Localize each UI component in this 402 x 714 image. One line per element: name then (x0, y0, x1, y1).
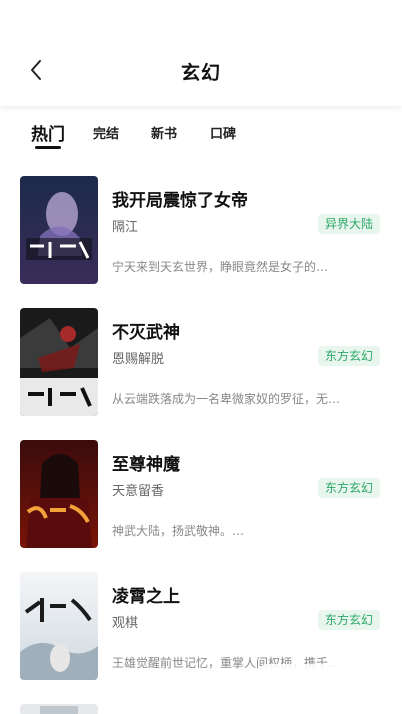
book-author: 天意留香 (112, 484, 165, 499)
category-badge: 异界大陆 (317, 214, 380, 234)
tab-hot[interactable]: 热门 (31, 120, 65, 145)
book-description: 从云端跌落成为一名卑微家奴的罗征，无… (112, 392, 341, 406)
book-cover (20, 176, 98, 284)
book-cover (20, 440, 98, 548)
category-badge: 东方玄幻 (317, 478, 380, 498)
book-description: 宁天来到天玄世界，睁眼竟然是女子的… (112, 260, 329, 274)
watermark (262, 664, 396, 708)
category-tabs: 热门 完结 新书 口碑 (0, 112, 402, 158)
book-description: 神武大陆，扬武敬神。… (112, 524, 245, 538)
book-cover (20, 308, 98, 416)
book-cover (20, 704, 98, 714)
book-item[interactable]: 至尊神魔 天意留香 东方玄幻 神武大陆，扬武敬神。… (0, 438, 402, 550)
book-item[interactable]: 不灭武神 恩赐解脱 东方玄幻 从云端跌落成为一名卑微家奴的罗征，无… (0, 306, 402, 418)
active-tab-indicator (35, 146, 61, 149)
book-author: 观棋 (112, 616, 139, 631)
tab-reputation[interactable]: 口碑 (210, 123, 236, 142)
book-title: 凌霄之上 (112, 587, 180, 607)
book-item[interactable]: 我开局震惊了女帝 隔江 异界大陆 宁天来到天玄世界，睁眼竟然是女子的… (0, 174, 402, 286)
category-badge: 东方玄幻 (317, 610, 380, 630)
book-cover (20, 572, 98, 680)
category-badge: 东方玄幻 (317, 346, 380, 366)
top-bar: 玄幻 (0, 0, 402, 106)
book-title: 至尊神魔 (112, 455, 180, 475)
book-author: 恩赐解脱 (112, 352, 165, 367)
tab-finished[interactable]: 完结 (93, 123, 119, 142)
tab-new[interactable]: 新书 (151, 123, 177, 142)
book-title: 我开局震惊了女帝 (112, 191, 248, 211)
book-author: 隔江 (112, 220, 139, 235)
page-title: 玄幻 (180, 62, 221, 84)
book-title: 不灭武神 (112, 323, 180, 343)
